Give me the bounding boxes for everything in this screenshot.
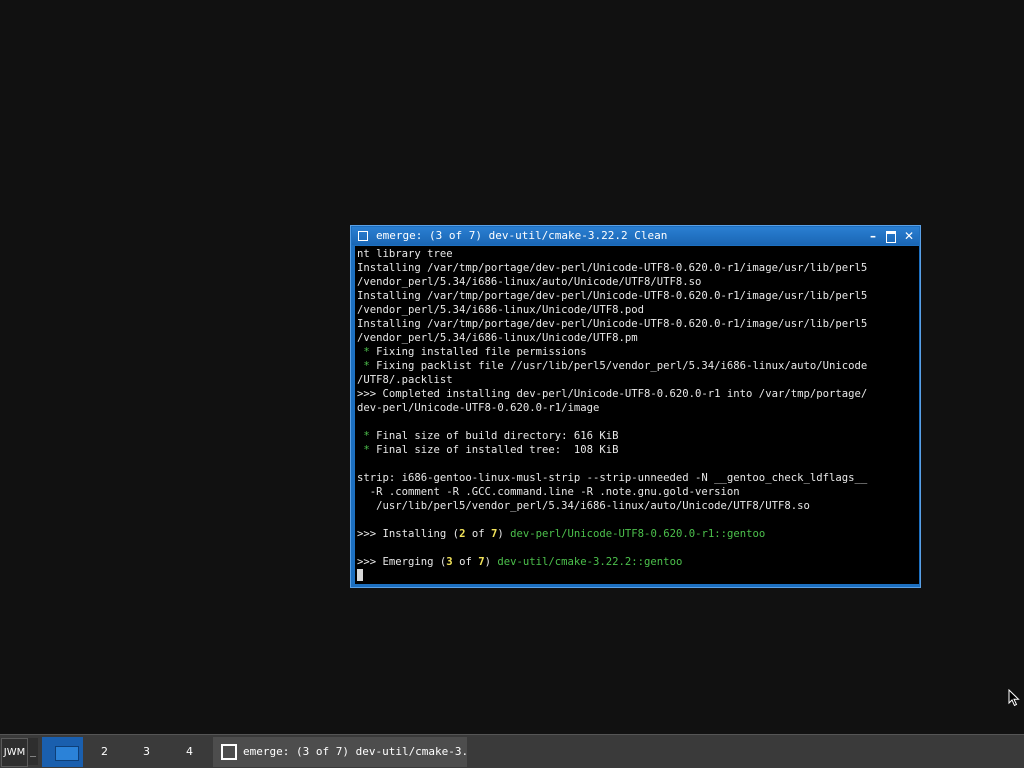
terminal-segment: Fixing installed file permissions <box>376 346 587 358</box>
terminal-line: >>> Completed installing dev-perl/Unicod… <box>357 387 867 401</box>
terminal-segment: of <box>452 556 479 568</box>
show-desktop-button[interactable]: _ <box>28 738 38 765</box>
terminal-text: nt library tree Installing /var/tmp/porta… <box>357 247 867 583</box>
terminal-line: /usr/lib/perl5/vendor_perl/5.34/i686-lin… <box>357 499 867 513</box>
terminal-segment: Final size of installed tree: 108 KiB <box>376 444 619 456</box>
terminal-line: * Final size of installed tree: 108 KiB <box>357 443 867 457</box>
desktop-background: emerge: (3 of 7) dev-util/cmake-3.22.2 C… <box>0 0 1024 734</box>
terminal-segment: Installing /var/tmp/portage/dev-perl/Uni… <box>357 262 868 274</box>
terminal-segment: /usr/lib/perl5/vendor_perl/5.34/i686-lin… <box>357 500 810 512</box>
terminal-segment: dev-perl/Unicode-UTF8-0.620.0-r1::gentoo <box>510 528 766 540</box>
terminal-segment: /vendor_perl/5.34/i686-linux/auto/Unicod… <box>357 276 702 288</box>
terminal-line: * Final size of build directory: 616 KiB <box>357 429 867 443</box>
terminal-segment: Installing /var/tmp/portage/dev-perl/Uni… <box>357 290 868 302</box>
jwm-menu-button[interactable]: JWM <box>1 738 28 767</box>
window-titlebar[interactable]: emerge: (3 of 7) dev-util/cmake-3.22.2 C… <box>352 227 919 245</box>
terminal-line: /vendor_perl/5.34/i686-linux/Unicode/UTF… <box>357 331 867 345</box>
maximize-button[interactable] <box>884 229 898 243</box>
desktop-pager-1[interactable] <box>42 737 83 767</box>
terminal-line: >>> Emerging (3 of 7) dev-util/cmake-3.2… <box>357 555 867 569</box>
terminal-prompt-line <box>357 569 867 583</box>
terminal-segment: >>> Emerging ( <box>357 556 447 568</box>
terminal-line: Installing /var/tmp/portage/dev-perl/Uni… <box>357 317 867 331</box>
terminal-segment: * <box>357 430 377 442</box>
terminal-line: dev-perl/Unicode-UTF8-0.620.0-r1/image <box>357 401 867 415</box>
terminal-output[interactable]: nt library tree Installing /var/tmp/porta… <box>355 246 919 584</box>
terminal-segment: nt library tree <box>357 248 453 260</box>
terminal-line: * Fixing packlist file //usr/lib/perl5/v… <box>357 359 867 373</box>
desktop-pager-4[interactable]: 4 <box>169 737 210 767</box>
task-button-terminal[interactable]: emerge: (3 of 7) dev-util/cmake-3.22.2 <box>213 737 467 767</box>
mouse-pointer-icon <box>1008 689 1020 707</box>
terminal-line: >>> Installing (2 of 7) dev-perl/Unicode… <box>357 527 867 541</box>
terminal-segment: strip: i686-gentoo-linux-musl-strip --st… <box>357 472 868 484</box>
terminal-segment: * <box>357 360 377 372</box>
window-menu-icon[interactable] <box>358 231 368 241</box>
text-cursor <box>357 569 363 581</box>
terminal-segment: ) <box>497 528 511 540</box>
terminal-window[interactable]: emerge: (3 of 7) dev-util/cmake-3.22.2 C… <box>350 225 921 588</box>
terminal-segment: /vendor_perl/5.34/i686-linux/Unicode/UTF… <box>357 304 645 316</box>
terminal-line: /UTF8/.packlist <box>357 373 867 387</box>
desktop-pager-3[interactable]: 3 <box>126 737 167 767</box>
maximize-icon <box>886 231 896 243</box>
terminal-line: * Fixing installed file permissions <box>357 345 867 359</box>
terminal-line: /vendor_perl/5.34/i686-linux/auto/Unicod… <box>357 275 867 289</box>
terminal-segment: >>> Completed installing dev-perl/Unicod… <box>357 388 868 400</box>
desktop-window-preview <box>55 746 79 761</box>
terminal-line: -R .comment -R .GCC.command.line -R .not… <box>357 485 867 499</box>
desktop-pager-2[interactable]: 2 <box>84 737 125 767</box>
terminal-line: Installing /var/tmp/portage/dev-perl/Uni… <box>357 289 867 303</box>
window-title: emerge: (3 of 7) dev-util/cmake-3.22.2 C… <box>376 229 668 242</box>
window-icon <box>221 744 237 760</box>
terminal-segment: dev-perl/Unicode-UTF8-0.620.0-r1/image <box>357 402 600 414</box>
terminal-segment: Final size of build directory: 616 KiB <box>376 430 619 442</box>
terminal-line: strip: i686-gentoo-linux-musl-strip --st… <box>357 471 867 485</box>
terminal-segment: of <box>465 528 491 540</box>
terminal-segment: /UTF8/.packlist <box>357 374 453 386</box>
terminal-segment: Installing /var/tmp/portage/dev-perl/Uni… <box>357 318 868 330</box>
terminal-line: nt library tree <box>357 247 867 261</box>
terminal-segment: >>> Installing ( <box>357 528 460 540</box>
minimize-button[interactable]: – <box>866 229 880 243</box>
task-label: emerge: (3 of 7) dev-util/cmake-3.22.2 <box>243 745 467 758</box>
close-button[interactable]: ✕ <box>902 229 916 243</box>
terminal-segment: * <box>357 444 377 456</box>
terminal-segment: -R .comment -R .GCC.command.line -R .not… <box>357 486 740 498</box>
terminal-segment: * <box>357 346 377 358</box>
terminal-segment: Fixing packlist file //usr/lib/perl5/ven… <box>376 360 868 372</box>
terminal-segment: ) <box>484 556 498 568</box>
terminal-segment: /vendor_perl/5.34/i686-linux/Unicode/UTF… <box>357 332 638 344</box>
terminal-line: Installing /var/tmp/portage/dev-perl/Uni… <box>357 261 867 275</box>
terminal-line: /vendor_perl/5.34/i686-linux/Unicode/UTF… <box>357 303 867 317</box>
terminal-segment: dev-util/cmake-3.22.2::gentoo <box>497 556 683 568</box>
taskbar: JWM _ 2 3 4 emerge: (3 of 7) dev-util/cm… <box>0 734 1024 768</box>
